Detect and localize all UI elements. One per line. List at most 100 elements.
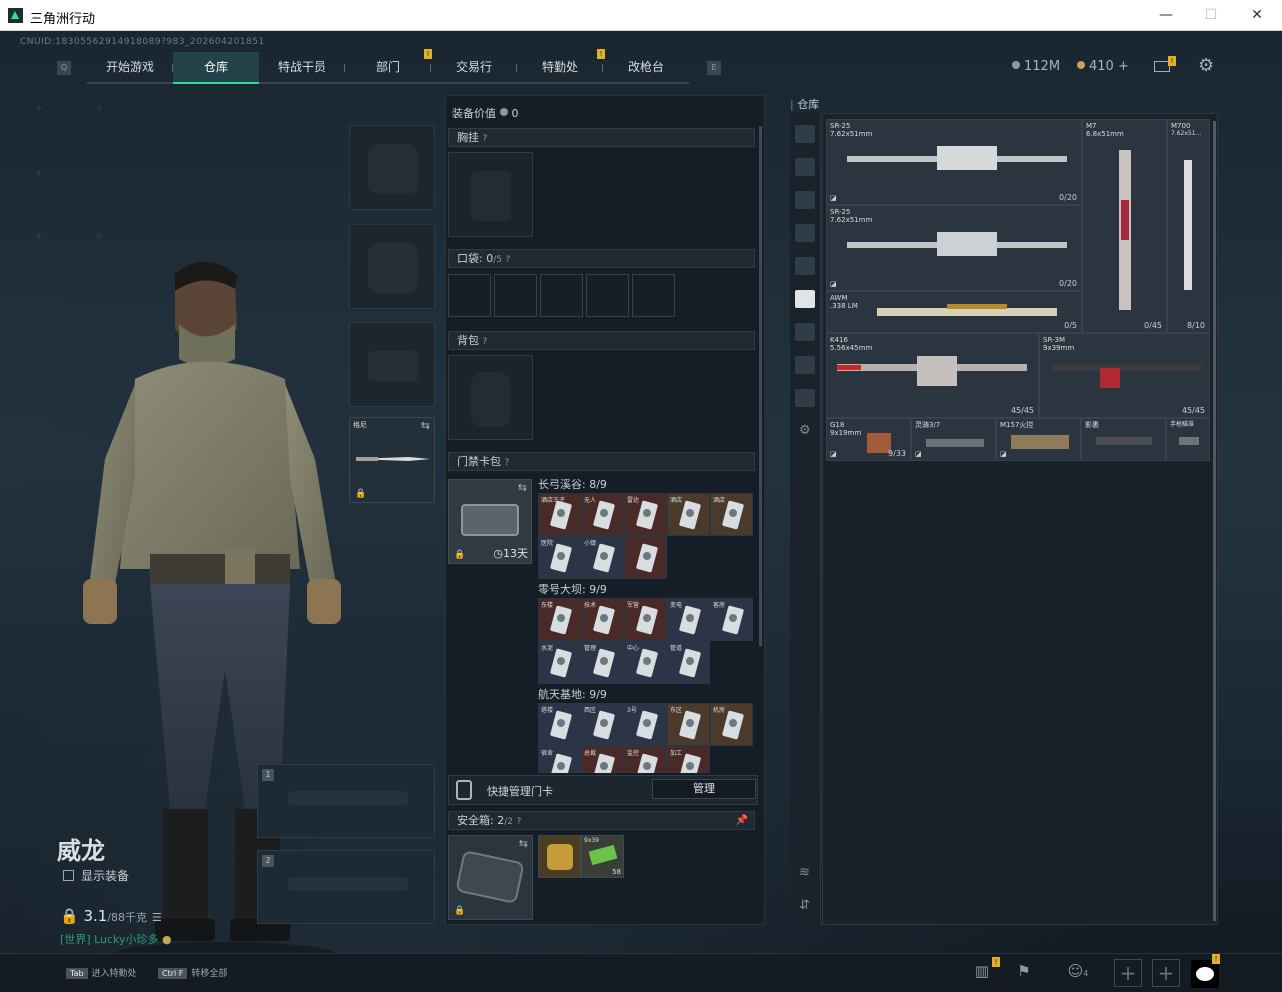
- keycard-item[interactable]: 变电: [667, 598, 710, 641]
- help-icon[interactable]: ?: [516, 817, 521, 827]
- tab-start-game[interactable]: 开始游戏: [87, 52, 173, 84]
- weapon-card[interactable]: 灵骑3/7 ◪: [911, 418, 996, 461]
- weapon-card[interactable]: 影裹: [1081, 418, 1166, 461]
- tab-warehouse-5-icon[interactable]: [795, 290, 815, 308]
- keycard-item[interactable]: 小镇: [581, 536, 624, 579]
- tab-trading[interactable]: 交易行: [431, 52, 517, 84]
- pocket-slot[interactable]: [494, 274, 537, 317]
- help-icon[interactable]: ?: [483, 134, 488, 144]
- pocket-slot[interactable]: [586, 274, 629, 317]
- friends-icon[interactable]: ☺4: [1060, 962, 1096, 984]
- keycard-item[interactable]: 管道: [667, 641, 710, 684]
- invite-slot-button[interactable]: +: [1152, 959, 1180, 987]
- manage-button[interactable]: 管理: [652, 779, 756, 799]
- keycard-item[interactable]: 东楼: [538, 598, 581, 641]
- pin-icon[interactable]: 📌: [736, 812, 748, 829]
- gold-currency[interactable]: 410 +: [1077, 59, 1129, 74]
- keycard-item[interactable]: 总裁: [581, 746, 624, 773]
- list-icon[interactable]: ☰: [152, 911, 162, 924]
- tab-department[interactable]: 部门: [345, 52, 431, 84]
- invite-slot-button[interactable]: +: [1114, 959, 1142, 987]
- weapon-card[interactable]: G18 9x19mm ◪ 9/33: [826, 418, 911, 461]
- pocket-slot[interactable]: [540, 274, 583, 317]
- keycard-item[interactable]: 军营: [624, 598, 667, 641]
- keycard-item[interactable]: 技术: [581, 598, 624, 641]
- keycard-item[interactable]: 中心: [624, 641, 667, 684]
- stats-chart-icon[interactable]: ▥: [971, 962, 993, 984]
- weapon-card[interactable]: SR-3M 9x39mm 45/45: [1039, 333, 1210, 418]
- weapon-card[interactable]: AWM .338 LM 0/5: [826, 291, 1082, 333]
- keycard-item[interactable]: 管理: [581, 641, 624, 684]
- primary-weapon-slot-2[interactable]: 2: [257, 850, 435, 924]
- silver-currency[interactable]: 112M: [1012, 59, 1060, 74]
- keycard-item[interactable]: 医院: [538, 536, 581, 579]
- swap-icon[interactable]: ⇆: [518, 481, 527, 494]
- keycard-item[interactable]: 无人: [581, 493, 624, 536]
- layers-icon[interactable]: ≋: [799, 865, 810, 880]
- hint-transfer-all[interactable]: Ctrl F 转移全部: [158, 966, 227, 979]
- swap-icon[interactable]: ⇆: [519, 837, 528, 850]
- tab-special-ops[interactable]: 特勤处: [517, 52, 603, 84]
- keycard-item[interactable]: 东区: [667, 703, 710, 746]
- warehouse-scrollbar[interactable]: [1213, 121, 1216, 921]
- keycard-item[interactable]: 酒店: [710, 493, 753, 536]
- armor-slot[interactable]: [349, 224, 435, 309]
- help-icon[interactable]: ?: [505, 255, 510, 265]
- tab-warehouse-6-icon[interactable]: [795, 323, 815, 341]
- keycard-item[interactable]: 客房: [710, 598, 753, 641]
- pistol-slot[interactable]: [349, 322, 435, 407]
- keycard-item[interactable]: 加工: [667, 746, 710, 773]
- minimize-button[interactable]: —: [1151, 4, 1181, 26]
- primary-weapon-slot-1[interactable]: 1: [257, 764, 435, 838]
- helmet-slot[interactable]: [349, 125, 435, 210]
- tab-gunsmith[interactable]: 改枪台: [603, 52, 689, 84]
- weapon-card[interactable]: M700 7.62x51... 8/10: [1167, 119, 1210, 333]
- nav-prev-key[interactable]: Q: [57, 61, 71, 75]
- keycard-item[interactable]: 水泥: [538, 641, 581, 684]
- close-button[interactable]: ✕: [1242, 4, 1272, 26]
- keycard-item[interactable]: 机房: [710, 703, 753, 746]
- checkbox[interactable]: [63, 870, 74, 881]
- add-gold-icon[interactable]: +: [1118, 59, 1129, 74]
- tab-warehouse-1-icon[interactable]: [795, 158, 815, 176]
- safebox-slot[interactable]: ⇆ 🔒: [448, 835, 533, 920]
- weapon-card[interactable]: M7 6.8x51mm 0/45: [1082, 119, 1167, 333]
- flag-icon[interactable]: ⚑: [1013, 962, 1035, 984]
- tab-all-icon[interactable]: [795, 125, 815, 143]
- safebox-item-ammo[interactable]: 9x39 58: [581, 835, 624, 878]
- keycard-bag-slot[interactable]: ⇆ 🔒 ◷13天: [448, 479, 532, 564]
- keycard-item[interactable]: [624, 536, 667, 579]
- keycard-item[interactable]: 酒店王子: [538, 493, 581, 536]
- tab-warehouse-7-icon[interactable]: [795, 356, 815, 374]
- help-icon[interactable]: ?: [505, 458, 510, 468]
- tab-warehouse-8-icon[interactable]: [795, 389, 815, 407]
- keycard-item[interactable]: 西区: [581, 703, 624, 746]
- chest-rig-slot[interactable]: [448, 152, 533, 237]
- keycard-item[interactable]: 3号: [624, 703, 667, 746]
- nav-next-key[interactable]: E: [707, 61, 721, 75]
- tab-operators[interactable]: 特战干员: [259, 52, 345, 84]
- warehouse-settings-icon[interactable]: ⚙: [799, 423, 811, 438]
- tab-warehouse-3-icon[interactable]: [795, 224, 815, 242]
- weapon-card[interactable]: SR-25 7.62x51mm ◪ 0/20: [826, 119, 1082, 205]
- world-chat-line[interactable]: [世界] Lucky小珍多 ●: [60, 931, 172, 947]
- weapon-card[interactable]: K416 5.56x45mm 45/45: [826, 333, 1039, 418]
- swap-icon[interactable]: ⇆: [421, 419, 430, 432]
- sort-icon[interactable]: ⇵: [799, 898, 810, 913]
- backpack-slot[interactable]: [448, 355, 533, 440]
- maximize-button[interactable]: ☐: [1196, 4, 1226, 26]
- help-icon[interactable]: ?: [483, 337, 488, 347]
- keycard-item[interactable]: 酒店: [667, 493, 710, 536]
- keycard-item[interactable]: 雷达: [624, 493, 667, 536]
- hint-special-ops[interactable]: Tab 进入特勤处: [66, 966, 137, 979]
- weapon-card[interactable]: M157火控 ◪: [996, 418, 1081, 461]
- tab-warehouse[interactable]: 仓库: [173, 52, 259, 84]
- tab-warehouse-2-icon[interactable]: [795, 191, 815, 209]
- wechat-icon[interactable]: [1191, 960, 1219, 988]
- keycard-item[interactable]: 塔楼: [538, 703, 581, 746]
- settings-gear-icon[interactable]: ⚙: [1198, 55, 1214, 76]
- weapon-card[interactable]: 手枪瞄准: [1166, 418, 1210, 461]
- keycard-item[interactable]: 宿舍: [538, 746, 581, 773]
- show-equipment-toggle[interactable]: 显示装备: [63, 867, 129, 884]
- loadout-scrollbar[interactable]: [759, 126, 762, 646]
